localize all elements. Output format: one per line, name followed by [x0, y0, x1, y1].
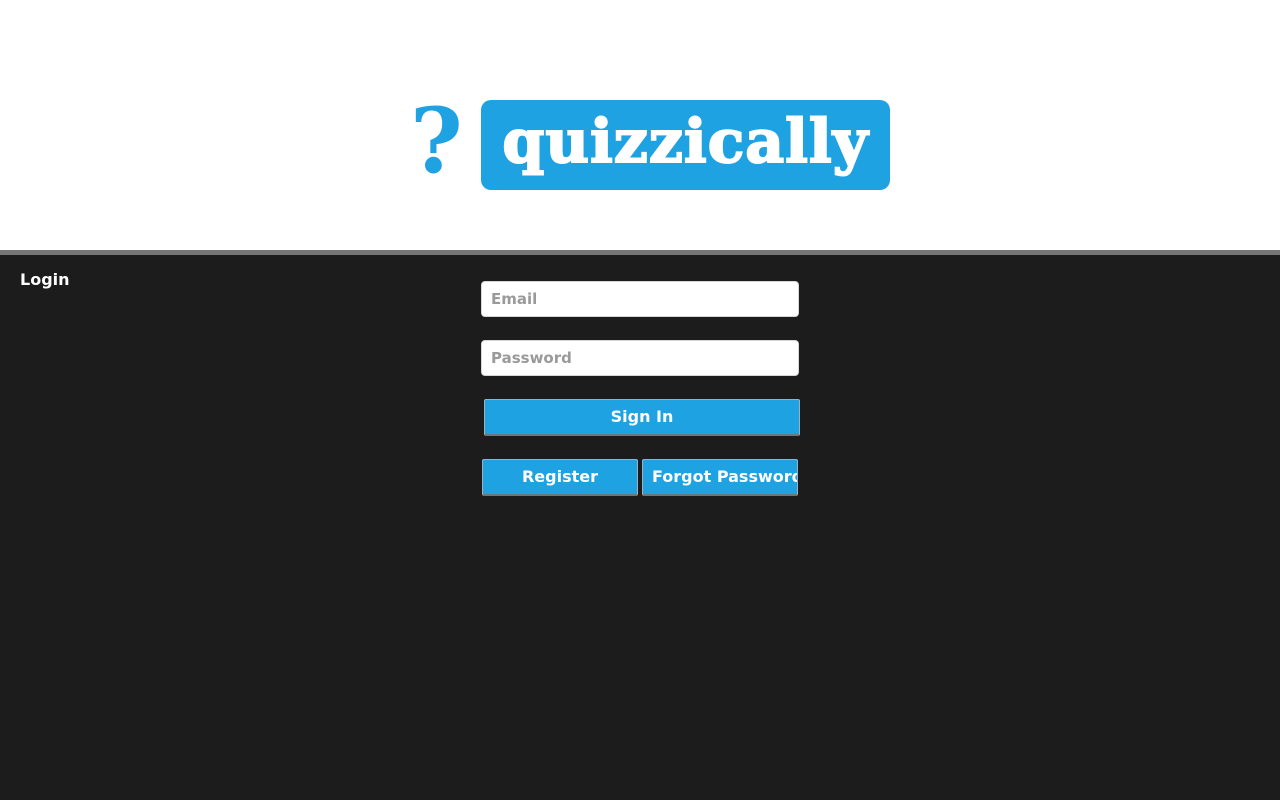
logo: quizzically: [481, 100, 890, 190]
sign-in-button[interactable]: Sign In: [484, 399, 800, 436]
email-field[interactable]: [481, 281, 799, 317]
register-button[interactable]: Register: [482, 459, 638, 496]
question-mark-icon: ?: [410, 88, 463, 194]
page-title: Login: [20, 270, 70, 289]
password-field[interactable]: [481, 340, 799, 376]
logo-wordmark: quizzically: [501, 106, 869, 178]
main-content: Login Sign In Register Forgot Password?: [0, 255, 1280, 800]
forgot-password-button[interactable]: Forgot Password?: [642, 459, 798, 496]
header: ? quizzically: [0, 0, 1280, 250]
